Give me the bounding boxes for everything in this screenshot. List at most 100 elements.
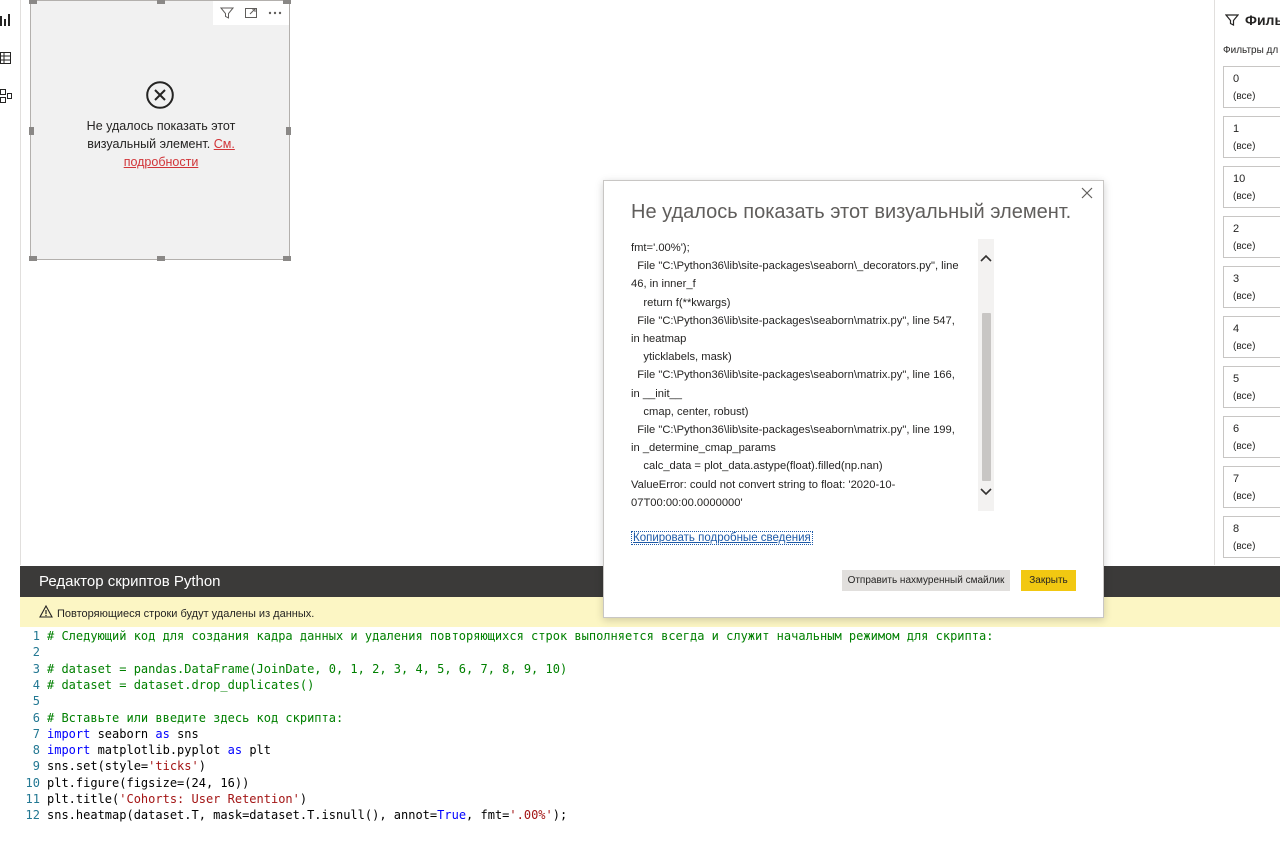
line-number: 11 <box>25 792 40 806</box>
report-view-icon[interactable] <box>0 13 12 27</box>
code-line[interactable]: 12 sns.heatmap(dataset.T, mask=dataset.T.… <box>20 807 568 823</box>
error-line: File "C:\Python36\lib\site-packages\seab… <box>631 260 959 273</box>
model-view-icon[interactable] <box>0 89 12 103</box>
chevron-up-icon[interactable] <box>980 253 992 263</box>
filter-card-value: (все) <box>1233 441 1256 452</box>
filter-card[interactable]: 1 (все) <box>1223 116 1280 158</box>
resize-handle[interactable] <box>286 127 291 135</box>
code-token: '.00%' <box>509 808 553 823</box>
scrollbar[interactable] <box>978 239 994 511</box>
send-frown-button[interactable]: Отправить нахмуренный смайлик <box>842 570 1010 591</box>
filter-card[interactable]: 10 (все) <box>1223 166 1280 208</box>
code-line[interactable]: 6 # Вставьте или введите здесь код скрипт… <box>20 710 343 726</box>
code-token: sns.heatmap(dataset.T, mask=dataset.T.is… <box>47 808 438 823</box>
error-line: calc_data = plot_data.astype(float).fill… <box>631 460 883 473</box>
code-token: ) <box>299 792 308 806</box>
error-line: 46, in inner_f <box>631 278 696 291</box>
code-line[interactable]: 2 <box>20 644 47 660</box>
script-editor-title: Редактор скриптов Python <box>39 573 221 590</box>
filters-pane-title: Филь <box>1245 12 1280 28</box>
scrollbar-thumb[interactable] <box>982 313 991 481</box>
filter-card-value: (все) <box>1233 341 1256 352</box>
filter-card-name: 1 <box>1233 123 1240 135</box>
resize-handle[interactable] <box>29 256 37 261</box>
code-token: 'Cohorts: User Retention' <box>119 792 300 806</box>
code-line[interactable]: 1 # Следующий код для создания кадра данн… <box>20 628 994 644</box>
resize-handle[interactable] <box>157 0 165 4</box>
filter-card-name: 2 <box>1233 223 1240 235</box>
error-line: yticklabels, mask) <box>631 351 732 364</box>
filter-card-value: (все) <box>1233 241 1256 252</box>
resize-handle[interactable] <box>29 0 37 4</box>
visual-container[interactable]: Не удалось показать этот визуальный элем… <box>29 0 291 261</box>
filter-card-name: 3 <box>1233 273 1240 285</box>
code-line[interactable]: 4 # dataset = dataset.drop_duplicates() <box>20 677 315 693</box>
line-number: 9 <box>32 759 40 774</box>
code-line[interactable]: 8 import matplotlib.pyplot as plt <box>20 742 271 758</box>
filter-card[interactable]: 6 (все) <box>1223 416 1280 458</box>
error-line: File "C:\Python36\lib\site-packages\seab… <box>631 314 955 327</box>
error-line: File "C:\Python36\lib\site-packages\seab… <box>631 369 955 382</box>
filter-card-value: (все) <box>1233 491 1256 502</box>
filters-pane-header: Филь <box>1225 12 1280 28</box>
chevron-down-icon[interactable] <box>980 487 992 497</box>
filter-card[interactable]: 7 (все) <box>1223 466 1280 508</box>
dialog-title: Не удалось показать этот визуальный элем… <box>631 201 1072 223</box>
code-line[interactable]: 5 <box>20 693 47 709</box>
filter-card-name: 10 <box>1233 173 1246 185</box>
code-token: plt <box>242 743 271 758</box>
filter-card[interactable]: 2 (все) <box>1223 216 1280 258</box>
copy-details-link[interactable]: Копировать подробные сведения <box>631 531 813 545</box>
close-icon[interactable] <box>1080 186 1094 200</box>
filter-card-name: 5 <box>1233 373 1240 385</box>
line-number: 5 <box>32 694 40 709</box>
error-line: return f(**kwargs) <box>631 296 731 309</box>
more-options-icon[interactable] <box>265 3 285 23</box>
code-editor[interactable]: 1 # Следующий код для создания кадра данн… <box>20 627 1280 863</box>
error-line: fmt='.00%'); <box>631 242 690 254</box>
filter-card-name: 8 <box>1233 523 1240 535</box>
error-line: ValueError: could not convert string to … <box>631 478 896 491</box>
code-line[interactable]: 10 plt.figure(figsize=(24, 16)) <box>20 775 250 791</box>
resize-handle[interactable] <box>29 127 34 135</box>
code-token: seaborn <box>90 726 156 741</box>
error-line: in _determine_cmap_params <box>631 442 776 455</box>
filter-icon[interactable] <box>217 3 237 23</box>
line-number: 4 <box>32 677 40 692</box>
line-number: 3 <box>32 661 40 676</box>
error-details-text: fmt='.00%'); File "C:\Python36\lib\site-… <box>631 239 976 511</box>
code-token: import <box>47 743 91 758</box>
focus-mode-icon[interactable] <box>241 3 261 23</box>
filters-pane: Филь Фильтры дл 0 (все) 1 (все) 10 (все) 2 (… <box>1214 0 1280 565</box>
resize-handle[interactable] <box>157 256 165 261</box>
filter-card[interactable]: 4 (все) <box>1223 316 1280 358</box>
data-view-icon[interactable] <box>0 51 12 65</box>
filter-card-name: 4 <box>1233 323 1240 335</box>
error-line: in heatmap <box>631 333 687 346</box>
code-line[interactable]: 3 # dataset = pandas.DataFrame(JoinDate, … <box>20 661 567 677</box>
filter-card-value: (все) <box>1233 91 1256 102</box>
code-token: ) <box>198 759 206 774</box>
resize-handle[interactable] <box>283 0 291 4</box>
code-line[interactable]: 9 sns.set(style='ticks') <box>20 758 206 774</box>
code-token: plt.title( <box>47 792 120 806</box>
filter-card[interactable]: 8 (все) <box>1223 516 1280 558</box>
filters-pane-subtitle: Фильтры дл <box>1223 45 1279 56</box>
filter-card-value: (все) <box>1233 141 1256 152</box>
code-line[interactable]: 7 import seaborn as sns <box>20 726 199 742</box>
line-number: 2 <box>32 645 40 660</box>
code-token: # dataset = dataset.drop_duplicates() <box>47 677 315 692</box>
code-token: matplotlib.pyplot <box>90 743 228 758</box>
filter-card-value: (все) <box>1233 291 1256 302</box>
error-icon <box>146 81 174 109</box>
filter-card[interactable]: 5 (все) <box>1223 366 1280 408</box>
filter-card[interactable]: 0 (все) <box>1223 66 1280 108</box>
filter-card[interactable]: 3 (все) <box>1223 266 1280 308</box>
error-line: cmap, center, robust) <box>631 405 749 418</box>
code-line[interactable]: 11 plt.title('Cohorts: User Retention') <box>20 791 308 807</box>
visual-error-message: Не удалось показать этот визуальный элем… <box>51 117 271 171</box>
close-button[interactable]: Закрыть <box>1021 570 1076 591</box>
warning-text: Повторяющиеся строки будут удалены из да… <box>57 608 315 620</box>
error-details-dialog: Не удалось показать этот визуальный элем… <box>603 180 1104 618</box>
resize-handle[interactable] <box>283 256 291 261</box>
